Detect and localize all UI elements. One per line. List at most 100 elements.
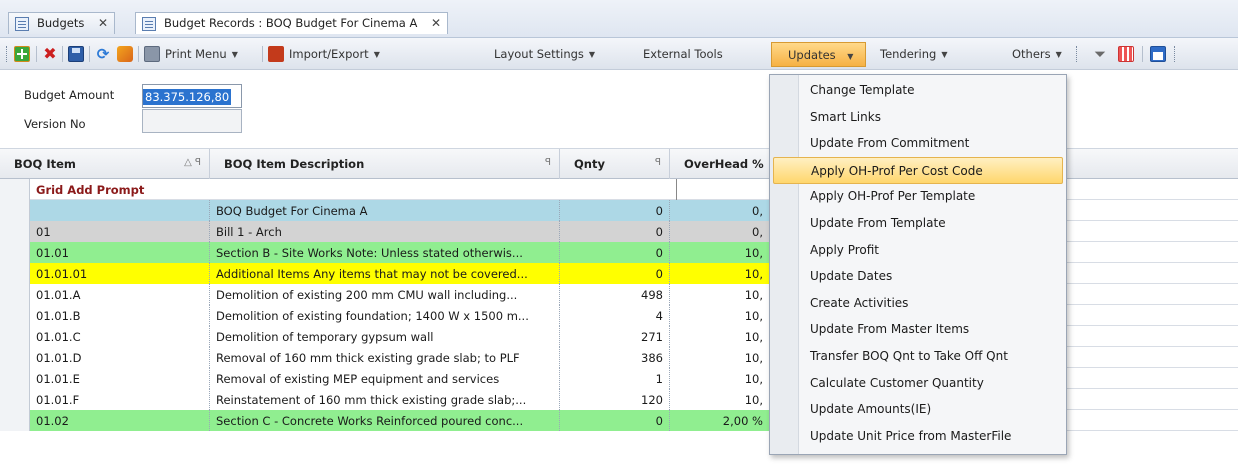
filter-button[interactable]: ⏷ (1092, 45, 1108, 63)
row-header[interactable] (0, 179, 30, 200)
qnty-cell[interactable]: 0 (560, 200, 670, 221)
grid-layout-button[interactable] (1118, 45, 1134, 63)
overhead-cell[interactable]: 10, (670, 368, 770, 389)
menu-item-apply-oh-prof-per-cost-code[interactable]: Apply OH-Prof Per Cost Code (773, 156, 1063, 184)
close-icon[interactable]: ✕ (98, 16, 108, 30)
qnty-cell[interactable]: 120 (560, 389, 670, 410)
row-header[interactable] (0, 326, 30, 347)
save-button[interactable] (68, 45, 84, 63)
column-header-description[interactable]: BOQ Item Description ꟼ (210, 149, 560, 179)
qnty-cell[interactable]: 1 (560, 368, 670, 389)
menu-item-update-from-master-items[interactable]: Update From Master Items (770, 316, 1066, 343)
qnty-cell[interactable]: 0 (560, 242, 670, 263)
external-tools-button[interactable]: External Tools (643, 45, 723, 63)
description-cell[interactable]: Section B - Site Works Note: Unless stat… (210, 242, 560, 263)
qnty-cell[interactable]: 0 (560, 410, 670, 431)
qnty-cell[interactable]: 498 (560, 284, 670, 305)
description-cell[interactable]: Bill 1 - Arch (210, 221, 560, 242)
boq-item-cell[interactable] (30, 200, 210, 221)
description-cell[interactable]: Demolition of existing 200 mm CMU wall i… (210, 284, 560, 305)
tab-budgets[interactable]: Budgets ✕ (8, 12, 116, 34)
tab-budget-records[interactable]: Budget Records : BOQ Budget For Cinema A… (135, 12, 449, 34)
column-header-boq-item[interactable]: BOQ Item △ ꟼ (0, 149, 210, 179)
row-header[interactable] (0, 410, 30, 431)
description-cell[interactable]: Section C - Concrete Works Reinforced po… (210, 410, 560, 431)
layout-settings-button[interactable]: Layout Settings ▼ (494, 45, 595, 63)
prompt-cell[interactable] (676, 179, 768, 200)
chevron-down-icon: ▼ (941, 49, 948, 59)
version-no-field[interactable] (142, 109, 242, 133)
overhead-cell[interactable]: 10, (670, 242, 770, 263)
row-header[interactable] (0, 221, 30, 242)
import-export-button[interactable]: Import/Export ▼ (268, 45, 380, 63)
overhead-cell[interactable]: 0, (670, 221, 770, 242)
description-cell[interactable]: Removal of existing MEP equipment and se… (210, 368, 560, 389)
updates-menu-button[interactable]: Updates ▼ (771, 42, 866, 67)
menu-item-transfer-boq-qnt-to-take-off-qnt[interactable]: Transfer BOQ Qnt to Take Off Qnt (770, 343, 1066, 370)
description-cell[interactable]: Demolition of temporary gypsum wall (210, 326, 560, 347)
qnty-cell[interactable]: 0 (560, 263, 670, 284)
overhead-cell[interactable]: 10, (670, 389, 770, 410)
qnty-cell[interactable]: 386 (560, 347, 670, 368)
row-header[interactable] (0, 242, 30, 263)
overhead-cell[interactable]: 2,00 % (670, 410, 770, 431)
overhead-cell[interactable]: 10, (670, 305, 770, 326)
overhead-cell[interactable]: 10, (670, 347, 770, 368)
delete-button[interactable]: ✖ (42, 45, 58, 63)
toolbar-grip[interactable] (1174, 46, 1177, 62)
boq-item-cell[interactable]: 01.01.E (30, 368, 210, 389)
boq-item-cell[interactable]: 01.01.C (30, 326, 210, 347)
toolbar-grip[interactable] (6, 46, 9, 62)
boq-item-cell[interactable]: 01.01.B (30, 305, 210, 326)
menu-item-change-template[interactable]: Change Template (770, 77, 1066, 104)
menu-item-smart-links[interactable]: Smart Links (770, 104, 1066, 131)
overhead-cell[interactable]: 10, (670, 284, 770, 305)
row-header[interactable] (0, 347, 30, 368)
grid-add-prompt[interactable]: Grid Add Prompt (30, 179, 210, 200)
row-header[interactable] (0, 200, 30, 221)
column-header-qnty[interactable]: Qnty ꟼ (560, 149, 670, 179)
print-menu-button[interactable]: Print Menu ▼ (144, 45, 238, 63)
row-header[interactable] (0, 284, 30, 305)
boq-item-cell[interactable]: 01.01.D (30, 347, 210, 368)
menu-item-apply-oh-prof-per-template[interactable]: Apply OH-Prof Per Template (770, 183, 1066, 210)
description-cell[interactable]: Removal of 160 mm thick existing grade s… (210, 347, 560, 368)
overhead-cell[interactable]: 10, (670, 263, 770, 284)
arrow-button[interactable] (117, 45, 133, 63)
boq-item-cell[interactable]: 01.02 (30, 410, 210, 431)
description-cell[interactable]: Reinstatement of 160 mm thick existing g… (210, 389, 560, 410)
menu-item-update-amounts-ie[interactable]: Update Amounts(IE) (770, 396, 1066, 423)
boq-item-cell[interactable]: 01.01.01 (30, 263, 210, 284)
boq-item-cell[interactable]: 01.01.A (30, 284, 210, 305)
row-header[interactable] (0, 305, 30, 326)
menu-item-update-from-commitment[interactable]: Update From Commitment (770, 130, 1066, 157)
others-button[interactable]: Others ▼ (1012, 45, 1062, 63)
add-button[interactable] (14, 45, 30, 63)
toolbar-grip[interactable] (1076, 46, 1079, 62)
description-cell[interactable]: Demolition of existing foundation; 1400 … (210, 305, 560, 326)
boq-item-cell[interactable]: 01.01 (30, 242, 210, 263)
close-icon[interactable]: ✕ (431, 16, 441, 30)
menu-item-update-from-template[interactable]: Update From Template (770, 210, 1066, 237)
boq-item-cell[interactable]: 01.01.F (30, 389, 210, 410)
menu-item-update-unit-price-from-masterfile[interactable]: Update Unit Price from MasterFile (770, 423, 1066, 450)
overhead-cell[interactable]: 10, (670, 326, 770, 347)
qnty-cell[interactable]: 271 (560, 326, 670, 347)
budget-amount-field[interactable]: 83.375.126,80 (142, 84, 242, 108)
description-cell[interactable]: BOQ Budget For Cinema A (210, 200, 560, 221)
refresh-button[interactable]: ⟳ (95, 45, 111, 63)
menu-item-create-activities[interactable]: Create Activities (770, 290, 1066, 317)
row-header[interactable] (0, 263, 30, 284)
menu-item-calculate-customer-quantity[interactable]: Calculate Customer Quantity (770, 370, 1066, 397)
menu-item-apply-profit[interactable]: Apply Profit (770, 237, 1066, 264)
window-button[interactable] (1150, 45, 1166, 63)
menu-item-update-dates[interactable]: Update Dates (770, 263, 1066, 290)
qnty-cell[interactable]: 4 (560, 305, 670, 326)
tendering-button[interactable]: Tendering ▼ (880, 45, 947, 63)
boq-item-cell[interactable]: 01 (30, 221, 210, 242)
row-header[interactable] (0, 389, 30, 410)
qnty-cell[interactable]: 0 (560, 221, 670, 242)
row-header[interactable] (0, 368, 30, 389)
overhead-cell[interactable]: 0, (670, 200, 770, 221)
description-cell[interactable]: Additional Items Any items that may not … (210, 263, 560, 284)
